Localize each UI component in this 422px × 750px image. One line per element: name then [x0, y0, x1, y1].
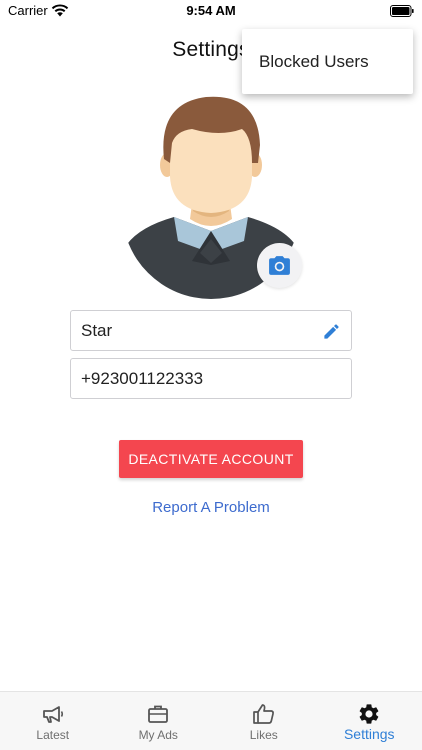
gear-icon — [359, 704, 379, 724]
name-input[interactable] — [71, 311, 351, 350]
thumbs-up-icon — [252, 704, 274, 724]
menu-item-blocked-users[interactable]: Blocked Users — [259, 52, 369, 72]
bottom-tab-bar: Latest My Ads Likes Settings — [0, 691, 422, 750]
camera-icon — [269, 256, 290, 275]
tab-my-ads-label: My Ads — [138, 728, 178, 742]
tab-latest[interactable]: Latest — [0, 692, 106, 750]
report-problem-link[interactable]: Report A Problem — [0, 499, 422, 516]
tab-latest-label: Latest — [36, 728, 70, 742]
name-field[interactable] — [70, 310, 352, 351]
tab-settings[interactable]: Settings — [317, 692, 422, 750]
battery-icon — [390, 5, 414, 17]
tab-my-ads[interactable]: My Ads — [106, 692, 212, 750]
overflow-menu: Blocked Users — [242, 29, 413, 94]
phone-input[interactable] — [71, 359, 351, 398]
clock: 9:54 AM — [186, 3, 236, 18]
edit-icon[interactable] — [322, 322, 341, 341]
tab-settings-label: Settings — [343, 726, 395, 742]
change-photo-button[interactable] — [257, 243, 302, 288]
deactivate-account-button[interactable]: DEACTIVATE ACCOUNT — [119, 440, 303, 478]
tab-likes[interactable]: Likes — [211, 692, 317, 750]
briefcase-icon — [148, 705, 169, 723]
megaphone-icon — [42, 706, 63, 723]
tab-likes-label: Likes — [249, 728, 278, 742]
status-bar: Carrier 9:54 AM — [0, 0, 422, 24]
phone-field[interactable] — [70, 358, 352, 399]
